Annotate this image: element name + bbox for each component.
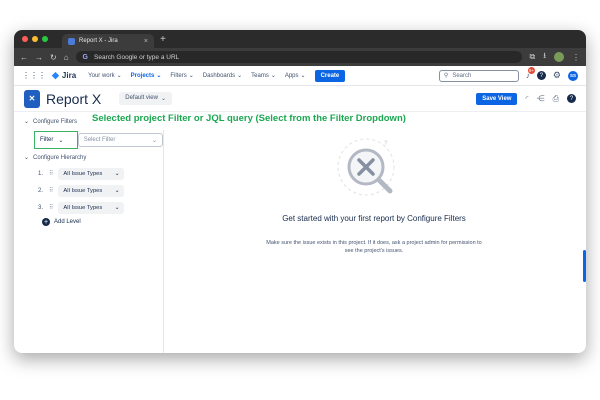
add-level-button[interactable]: + Add Level	[14, 218, 163, 226]
report-header: ✕ Report X Default view ⌄ Save View ◜ ⋲ ⎙…	[14, 86, 586, 112]
tab-title: Report X - Jira	[79, 38, 118, 44]
empty-search-illustration-icon: ?	[337, 138, 395, 196]
create-button[interactable]: Create	[314, 69, 346, 82]
omnibox[interactable]: G Search Google or type a URL	[75, 51, 523, 63]
drag-handle-icon[interactable]: ⠿	[49, 204, 54, 211]
jira-favicon-icon	[68, 37, 75, 45]
forward-arrow-icon[interactable]: →	[35, 53, 43, 62]
menu-dots-icon[interactable]: ⋮	[572, 53, 580, 62]
settings-gear-icon[interactable]: ⚙	[553, 70, 561, 81]
loading-spinner-icon: ◜	[525, 94, 529, 103]
extensions-icon[interactable]: ⧉	[529, 52, 535, 62]
chevron-down-icon: ⌄	[237, 73, 243, 79]
filter-row: Filter ⌄ Select Filter ⌄	[14, 131, 163, 149]
user-avatar[interactable]: SS	[568, 70, 578, 81]
jira-logo-icon: ◆	[52, 70, 59, 80]
empty-state-description: Make sure the issue exists in this proje…	[266, 240, 482, 254]
config-sidebar: ⌄ Configure Filters Filter ⌄ Select Filt…	[14, 119, 164, 353]
report-icon: ✕	[24, 89, 40, 108]
page-title: Report X	[46, 90, 102, 107]
nav-right: ⚲ Search ♪ 9+ ? ⚙ SS	[438, 67, 578, 82]
help-icon[interactable]: ?	[536, 71, 546, 80]
scrollbar-thumb[interactable]	[583, 250, 586, 282]
drag-handle-icon[interactable]: ⠿	[49, 187, 54, 194]
search-icon: ⚲	[443, 73, 449, 79]
chevron-down-icon: ⌄	[156, 73, 162, 79]
nav-filters[interactable]: Filters ⌄	[170, 72, 194, 80]
chevron-down-icon: ⌄	[270, 73, 276, 79]
hierarchy-level: 2. ⠿ All Issue Types ⌄	[14, 182, 163, 199]
close-window-button[interactable]	[22, 36, 28, 42]
new-tab-button[interactable]: +	[160, 34, 166, 45]
search-input[interactable]: ⚲ Search	[438, 69, 519, 82]
configure-hierarchy-section[interactable]: ⌄ Configure Hierarchy	[14, 154, 163, 162]
empty-state-title: Get started with your first report by Co…	[282, 214, 466, 223]
chevron-down-icon: ⌄	[188, 73, 194, 79]
chevron-down-icon: ⌄	[300, 73, 306, 79]
chevron-down-icon: ⌄	[114, 187, 120, 194]
drag-handle-icon[interactable]: ⠿	[49, 170, 54, 177]
nav-dashboards[interactable]: Dashboards ⌄	[203, 72, 243, 80]
hierarchy-levels: 1. ⠿ All Issue Types ⌄ 2. ⠿ All Issue Typ…	[14, 165, 163, 216]
browser-toolbar: ← → ↻ ⌂ G Search Google or type a URL ⧉ …	[14, 48, 586, 66]
view-selector[interactable]: Default view ⌄	[119, 92, 172, 105]
browser-tab-bar: Report X - Jira × +	[14, 30, 586, 48]
back-arrow-icon[interactable]: ←	[20, 53, 28, 62]
browser-toolbar-right: ⧉ ⭳ ⋮	[529, 50, 580, 64]
nav-teams[interactable]: Teams ⌄	[251, 72, 276, 80]
notification-badge: 9+	[527, 67, 535, 74]
browser-window: Report X - Jira × + ← → ↻ ⌂ G Search Goo…	[14, 30, 586, 353]
chevron-down-icon: ⌄	[114, 204, 120, 211]
chevron-down-icon: ⌄	[151, 137, 157, 144]
minimize-window-button[interactable]	[32, 36, 38, 42]
report-main: ? Get started with your first report by …	[164, 130, 586, 353]
chevron-down-icon: ⌄	[160, 96, 166, 102]
chevron-down-icon: ⌄	[24, 119, 30, 125]
hierarchy-level: 3. ⠿ All Issue Types ⌄	[14, 199, 163, 216]
browser-tab[interactable]: Report X - Jira ×	[62, 34, 154, 48]
chevron-down-icon: ⌄	[114, 170, 120, 177]
plus-icon: +	[42, 218, 50, 226]
annotation-label: Selected project Filter or JQL query (Se…	[92, 113, 406, 124]
notifications-bell-icon[interactable]: ♪ 9+	[526, 67, 535, 80]
help-icon[interactable]: ?	[567, 94, 576, 103]
google-icon: G	[82, 53, 88, 61]
reload-icon[interactable]: ↻	[50, 53, 57, 62]
home-icon[interactable]: ⌂	[64, 53, 69, 62]
filter-type-dropdown[interactable]: Filter ⌄	[34, 131, 78, 149]
share-icon[interactable]: ⋲	[537, 94, 545, 103]
chevron-down-icon: ⌄	[24, 155, 30, 161]
window-controls	[22, 36, 48, 42]
header-actions: Save View ◜ ⋲ ⎙ ?	[476, 92, 576, 105]
nav-apps[interactable]: Apps ⌄	[285, 72, 306, 80]
jira-top-nav: ⋮⋮⋮ ◆ Jira Your work ⌄ Projects ⌄ Filters ⌄…	[14, 66, 586, 86]
chevron-down-icon: ⌄	[116, 73, 122, 79]
hierarchy-level: 1. ⠿ All Issue Types ⌄	[14, 165, 163, 182]
nav-your-work[interactable]: Your work ⌄	[88, 72, 122, 80]
chevron-down-icon: ⌄	[58, 137, 64, 144]
nav-projects[interactable]: Projects ⌄	[131, 72, 162, 80]
maximize-window-button[interactable]	[42, 36, 48, 42]
download-icon[interactable]: ⭳	[543, 50, 546, 64]
issue-type-dropdown[interactable]: All Issue Types ⌄	[58, 184, 125, 197]
tab-close-icon[interactable]: ×	[144, 38, 148, 45]
app-switcher-icon[interactable]: ⋮⋮⋮	[22, 71, 46, 80]
jira-logo[interactable]: ◆ Jira	[52, 70, 76, 81]
omnibox-placeholder: Search Google or type a URL	[94, 53, 180, 61]
svg-text:?: ?	[384, 141, 388, 147]
profile-avatar[interactable]	[554, 52, 564, 62]
select-filter-input[interactable]: Select Filter ⌄	[77, 133, 163, 147]
export-icon[interactable]: ⎙	[553, 94, 559, 104]
save-view-button[interactable]: Save View	[476, 92, 518, 105]
issue-type-dropdown[interactable]: All Issue Types ⌄	[58, 167, 125, 180]
issue-type-dropdown[interactable]: All Issue Types ⌄	[58, 201, 125, 214]
